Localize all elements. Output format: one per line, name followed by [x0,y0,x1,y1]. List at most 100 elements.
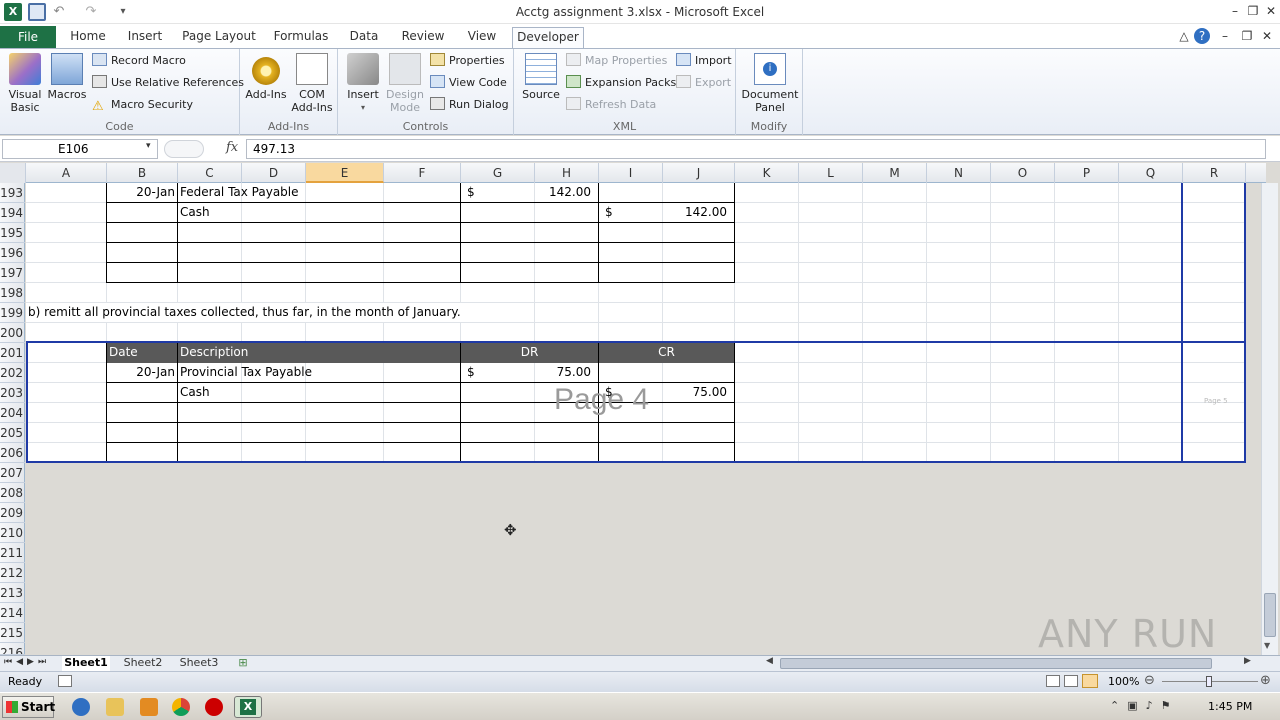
row-header[interactable]: 207 [0,463,25,483]
column-header-d[interactable]: D [242,163,306,183]
row-header[interactable]: 208 [0,483,25,503]
tab-sheet2[interactable]: Sheet2 [120,656,166,671]
row-header[interactable]: 197 [0,263,25,283]
page-break-right[interactable] [1244,183,1246,463]
tab-insert[interactable]: Insert [120,27,170,48]
tab-file[interactable]: File [0,26,56,48]
tab-formulas[interactable]: Formulas [268,27,334,48]
cell-dollar-sign[interactable]: $ [605,203,613,223]
insert-sheet-icon[interactable]: ⊞ [232,656,254,671]
row-header[interactable]: 203 [0,383,25,403]
column-header-m[interactable]: M [863,163,927,183]
cell-dollar-sign[interactable]: $ [467,183,475,203]
ribbon-minimize-icon[interactable]: △ [1175,28,1193,44]
sheet-nav-arrows-icon[interactable]: ⏮◀▶⏭ [4,657,50,667]
formula-input[interactable]: 497.13 [246,139,1266,159]
media-player-icon[interactable] [140,698,158,716]
row-header[interactable]: 216 [0,643,25,655]
cell-dollar-sign[interactable]: $ [467,363,475,383]
zoom-out-icon[interactable]: ⊖ [1144,673,1155,688]
cell-description[interactable]: Federal Tax Payable [180,183,299,203]
select-all-button[interactable] [0,163,26,183]
row-header[interactable]: 213 [0,583,25,603]
tray-icons[interactable]: ⌃▣♪⚑ [1110,699,1179,712]
row-header[interactable]: 204 [0,403,25,423]
refresh-data-button[interactable]: Refresh Data [566,96,656,114]
wb-minimize-icon[interactable]: – [1216,28,1234,44]
tab-sheet1[interactable]: Sheet1 [62,656,110,671]
tab-page-layout[interactable]: Page Layout [180,27,258,48]
visual-basic-button[interactable]: Visual Basic [4,53,46,114]
wb-close-icon[interactable]: ✕ [1258,28,1276,44]
column-header-c[interactable]: C [178,163,242,183]
row-header[interactable]: 210 [0,523,25,543]
zoom-level[interactable]: 100% [1108,675,1139,688]
help-icon[interactable]: ? [1194,28,1210,44]
tab-home[interactable]: Home [64,27,112,48]
import-button[interactable]: Import [676,52,732,70]
tab-developer[interactable]: Developer [512,27,584,48]
expansion-packs-button[interactable]: Expansion Packs [566,74,676,92]
row-header[interactable]: 200 [0,323,25,343]
column-header-a[interactable]: A [26,163,107,183]
internet-explorer-icon[interactable] [72,698,90,716]
cell-debit[interactable]: 75.00 [496,363,591,383]
column-header-h[interactable]: H [535,163,599,183]
insert-control-button[interactable]: Insert ▾ [342,53,384,114]
column-header-f[interactable]: F [384,163,461,183]
page-layout-view-icon[interactable] [1064,675,1078,687]
normal-view-icon[interactable] [1046,675,1060,687]
row-header[interactable]: 211 [0,543,25,563]
row-header[interactable]: 206 [0,443,25,463]
use-relative-references-button[interactable]: Use Relative References [92,74,244,92]
macro-security-button[interactable]: ⚠ Macro Security [92,96,193,114]
row-header[interactable]: 201 [0,343,25,363]
name-box[interactable]: E106 [2,139,158,159]
cell-credit[interactable]: 75.00 [626,383,727,403]
row-header[interactable]: 214 [0,603,25,623]
scroll-down-icon[interactable]: ▼ [1264,641,1270,650]
row-header[interactable]: 209 [0,503,25,523]
export-button[interactable]: Export [676,74,731,92]
wb-restore-icon[interactable]: ❐ [1238,28,1256,44]
close-icon[interactable]: ✕ [1262,3,1280,19]
restore-icon[interactable]: ❐ [1244,3,1262,19]
name-box-dropdown-icon[interactable]: ▾ [146,141,151,151]
page-break-view-icon[interactable] [1082,674,1098,688]
design-mode-button[interactable]: Design Mode [384,53,426,114]
row-header[interactable]: 199 [0,303,25,323]
zoom-in-icon[interactable]: ⊕ [1260,673,1271,688]
document-panel-button[interactable]: i Document Panel [739,53,801,114]
run-dialog-button[interactable]: Run Dialog [430,96,509,114]
tab-sheet3[interactable]: Sheet3 [176,656,222,671]
cell-description[interactable]: Provincial Tax Payable [180,363,312,383]
view-code-button[interactable]: View Code [430,74,507,92]
minimize-icon[interactable]: – [1226,3,1244,19]
column-header-o[interactable]: O [991,163,1055,183]
clock[interactable]: 1:45 PM [1208,700,1252,713]
scroll-thumb[interactable] [1264,593,1276,637]
scroll-right-icon[interactable]: ▶ [1244,656,1251,666]
row-header[interactable]: 202 [0,363,25,383]
chrome-icon[interactable] [172,698,190,716]
column-header-q[interactable]: Q [1119,163,1183,183]
cell-description[interactable]: Cash [180,203,210,223]
cell-date[interactable]: 20-Jan [108,363,175,383]
horizontal-scroll-thumb[interactable] [780,658,1212,669]
column-header-k[interactable]: K [735,163,799,183]
scroll-left-icon[interactable]: ◀ [766,656,773,666]
row-header[interactable]: 198 [0,283,25,303]
source-button[interactable]: Source [520,53,562,101]
record-macro-button[interactable]: Record Macro [92,52,186,70]
cell-credit[interactable]: 142.00 [626,203,727,223]
start-button[interactable]: Start [2,696,55,718]
column-header-i[interactable]: I [599,163,663,183]
folder-icon[interactable] [106,698,124,716]
macro-record-icon[interactable] [58,675,72,687]
map-properties-button[interactable]: Map Properties [566,52,667,70]
column-header-r[interactable]: R [1183,163,1246,183]
addins-button[interactable]: Add-Ins [244,53,288,101]
tab-view[interactable]: View [460,27,504,48]
row-header[interactable]: 193 [0,183,25,203]
cell-debit[interactable]: 142.00 [496,183,591,203]
